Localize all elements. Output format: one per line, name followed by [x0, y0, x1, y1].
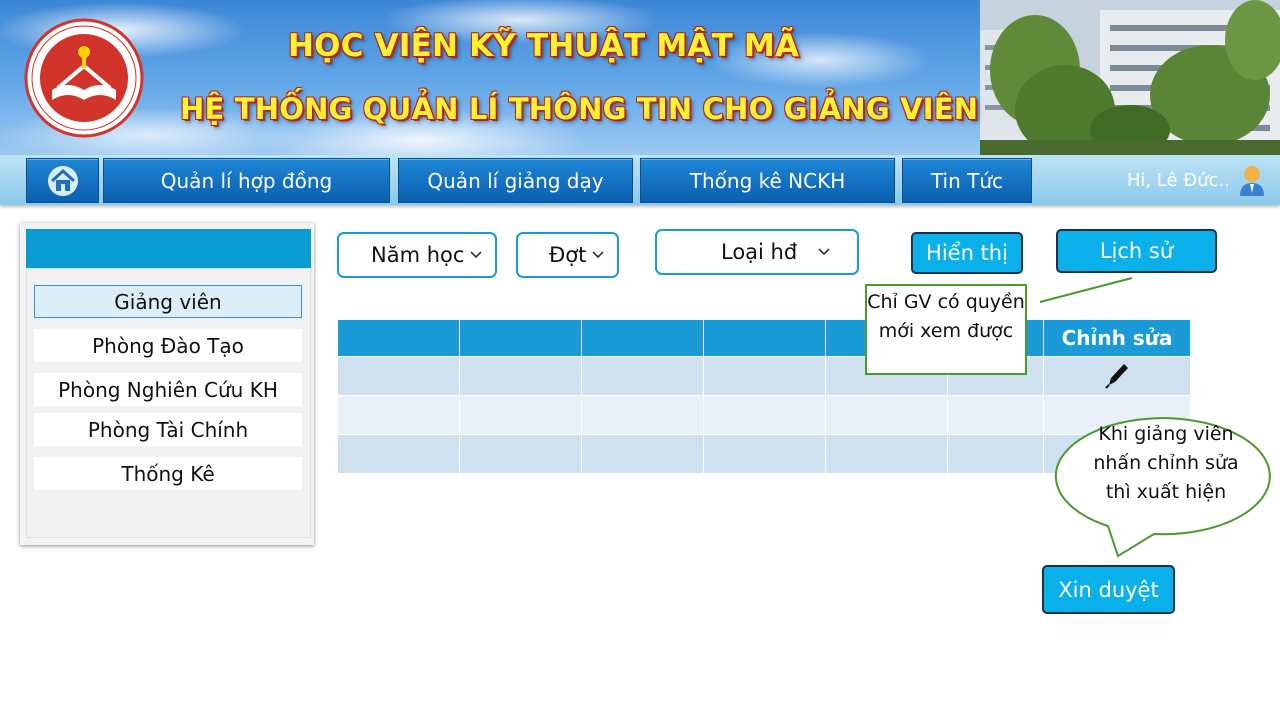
edit-cell — [1043, 356, 1191, 396]
table-cell — [703, 395, 826, 435]
sidebar-item-training-office[interactable]: Phòng Đào Tạo — [34, 329, 302, 362]
table-cell — [825, 395, 948, 435]
contract-type-select[interactable]: Loại hđ — [655, 229, 859, 275]
table-cell — [703, 434, 826, 473]
table-cell — [337, 434, 460, 473]
nav-teaching-management[interactable]: Quản lí giảng dạy — [398, 158, 633, 203]
chevron-down-icon — [592, 251, 604, 259]
show-button[interactable]: Hiển thị — [911, 232, 1023, 274]
table-cell — [825, 434, 948, 473]
callout-connector — [1039, 277, 1133, 303]
home-icon — [47, 165, 78, 196]
period-select[interactable]: Đợt — [516, 232, 619, 278]
user-menu[interactable]: Hi, Lê Đức.. — [1034, 158, 1280, 203]
system-subtitle: HỆ THỐNG QUẢN LÍ THÔNG TIN CHO GIẢNG VIÊ… — [180, 92, 979, 126]
campus-photo — [980, 0, 1280, 155]
table-header-cell — [703, 320, 826, 357]
table-header-row: Chỉnh sửa — [337, 320, 1191, 357]
request-approval-button[interactable]: Xin duyệt — [1042, 565, 1175, 614]
academy-title: HỌC VIỆN KỸ THUẬT MẬT MÃ — [288, 28, 800, 64]
table-cell — [581, 395, 704, 435]
table-cell — [947, 395, 1044, 435]
school-year-select[interactable]: Năm học — [337, 232, 497, 278]
sidebar-item-finance-office[interactable]: Phòng Tài Chính — [34, 413, 302, 446]
chevron-down-icon — [470, 251, 482, 259]
edit-column-header: Chỉnh sửa — [1043, 320, 1191, 357]
contract-type-value: Loại hđ — [721, 240, 798, 264]
table-cell — [459, 395, 582, 435]
period-value: Đợt — [549, 243, 587, 267]
table-header-cell — [581, 320, 704, 357]
table-cell — [337, 356, 460, 396]
table-row — [337, 356, 1191, 396]
history-button[interactable]: Lịch sử — [1056, 229, 1217, 273]
user-avatar-icon — [1240, 165, 1264, 196]
nav-research-stats[interactable]: Thống kê NCKH — [640, 158, 895, 203]
table-cell — [459, 356, 582, 396]
academy-logo — [22, 18, 146, 138]
nav-contract-management[interactable]: Quản lí hợp đồng — [103, 158, 390, 203]
table-cell — [581, 434, 704, 473]
chevron-down-icon — [818, 248, 830, 256]
header-banner — [0, 0, 980, 155]
pen-icon[interactable] — [1104, 362, 1130, 390]
history-permission-note: Chỉ GV có quyền mới xem được — [865, 284, 1027, 375]
table-cell — [459, 434, 582, 473]
table-header-cell — [459, 320, 582, 357]
sidebar-item-lecturer[interactable]: Giảng viên — [34, 285, 302, 318]
table-header-cell — [337, 320, 460, 357]
table-cell — [703, 356, 826, 396]
nav-home-button[interactable] — [26, 158, 99, 203]
table-cell — [581, 356, 704, 396]
nav-news[interactable]: Tin Tức — [902, 158, 1032, 203]
sidebar-item-research-office[interactable]: Phòng Nghiên Cứu KH — [34, 373, 302, 406]
table-cell — [337, 395, 460, 435]
edit-hint-note: Khi giảng viên nhấn chỉnh sửa thì xuất h… — [1093, 423, 1239, 503]
table-cell — [947, 434, 1044, 473]
sidebar-item-statistics[interactable]: Thống Kê — [34, 457, 302, 490]
school-year-value: Năm học — [371, 243, 465, 267]
user-greeting: Hi, Lê Đức.. — [1126, 170, 1230, 191]
